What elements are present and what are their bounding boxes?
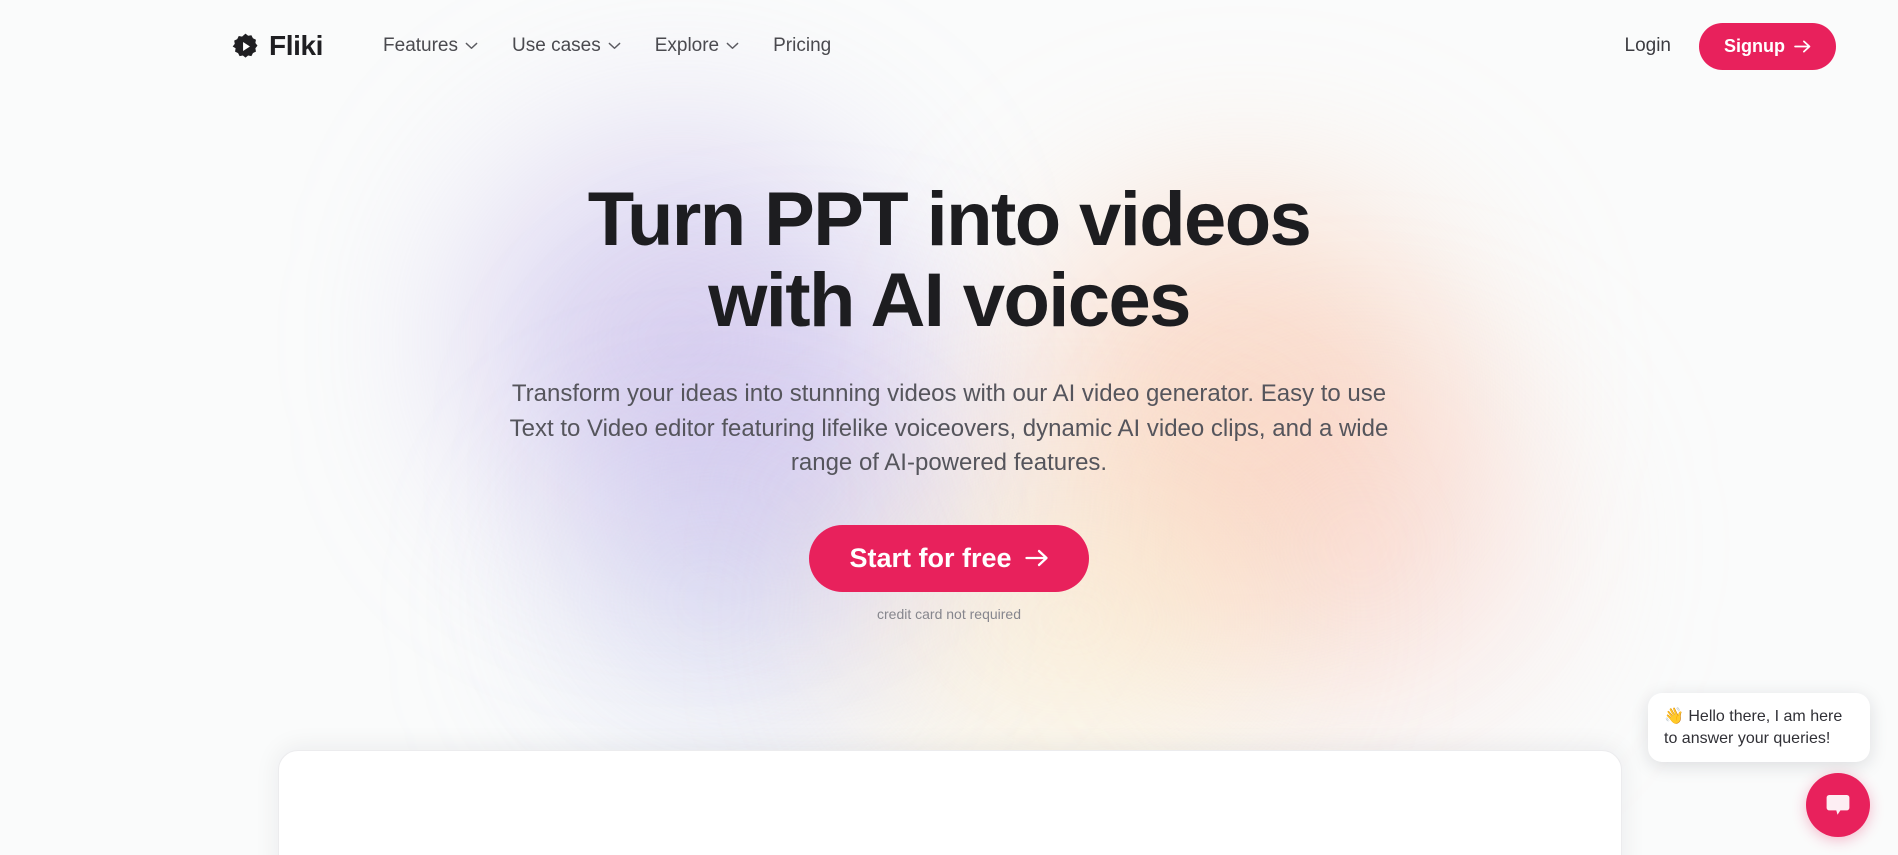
header-actions: Login Signup bbox=[1625, 22, 1836, 70]
nav-item-label: Use cases bbox=[512, 35, 601, 56]
page-title: Turn PPT into videos with AI voices bbox=[499, 177, 1399, 343]
hero-title-line-2: with AI voices bbox=[708, 257, 1191, 343]
signup-button[interactable]: Signup bbox=[1699, 22, 1836, 70]
brand-name: Fliki bbox=[269, 30, 324, 61]
cta-disclaimer: credit card not required bbox=[877, 605, 1021, 622]
nav-item-label: Pricing bbox=[773, 35, 832, 56]
chevron-down-icon bbox=[465, 42, 478, 49]
chevron-down-icon bbox=[726, 42, 739, 49]
chat-launcher-button[interactable] bbox=[1806, 773, 1870, 837]
site-header: Fliki Features Use cases Explore Pricing… bbox=[0, 0, 1898, 92]
arrow-right-icon bbox=[1024, 550, 1048, 567]
speech-bubble-icon bbox=[1826, 795, 1850, 815]
fliki-cog-play-icon bbox=[232, 33, 258, 58]
nav-item-use-cases[interactable]: Use cases bbox=[512, 35, 621, 57]
signup-button-label: Signup bbox=[1724, 35, 1785, 56]
hero-title-line-1: Turn PPT into videos bbox=[587, 177, 1312, 262]
chat-greeting-bubble[interactable]: 👋 Hello there, I am here to answer your … bbox=[1648, 693, 1870, 763]
brand-logo-link[interactable]: Fliki bbox=[232, 30, 323, 62]
nav-item-label: Explore bbox=[654, 35, 720, 56]
nav-item-features[interactable]: Features bbox=[383, 35, 478, 57]
start-for-free-button[interactable]: Start for free bbox=[809, 524, 1089, 592]
hero-section: Turn PPT into videos with AI voices Tran… bbox=[0, 92, 1898, 622]
arrow-right-icon bbox=[1794, 40, 1811, 52]
nav-item-pricing[interactable]: Pricing bbox=[773, 35, 831, 57]
chevron-down-icon bbox=[608, 42, 621, 49]
nav-item-label: Features bbox=[383, 35, 458, 56]
start-for-free-label: Start for free bbox=[849, 542, 1012, 573]
video-preview-panel bbox=[278, 750, 1622, 855]
nav-item-explore[interactable]: Explore bbox=[655, 35, 739, 57]
primary-navigation: Features Use cases Explore Pricing bbox=[383, 35, 831, 57]
hero-subtitle: Transform your ideas into stunning video… bbox=[509, 380, 1389, 477]
login-link[interactable]: Login bbox=[1625, 35, 1672, 57]
hero-cta-group: Start for free credit card not required bbox=[0, 524, 1898, 622]
